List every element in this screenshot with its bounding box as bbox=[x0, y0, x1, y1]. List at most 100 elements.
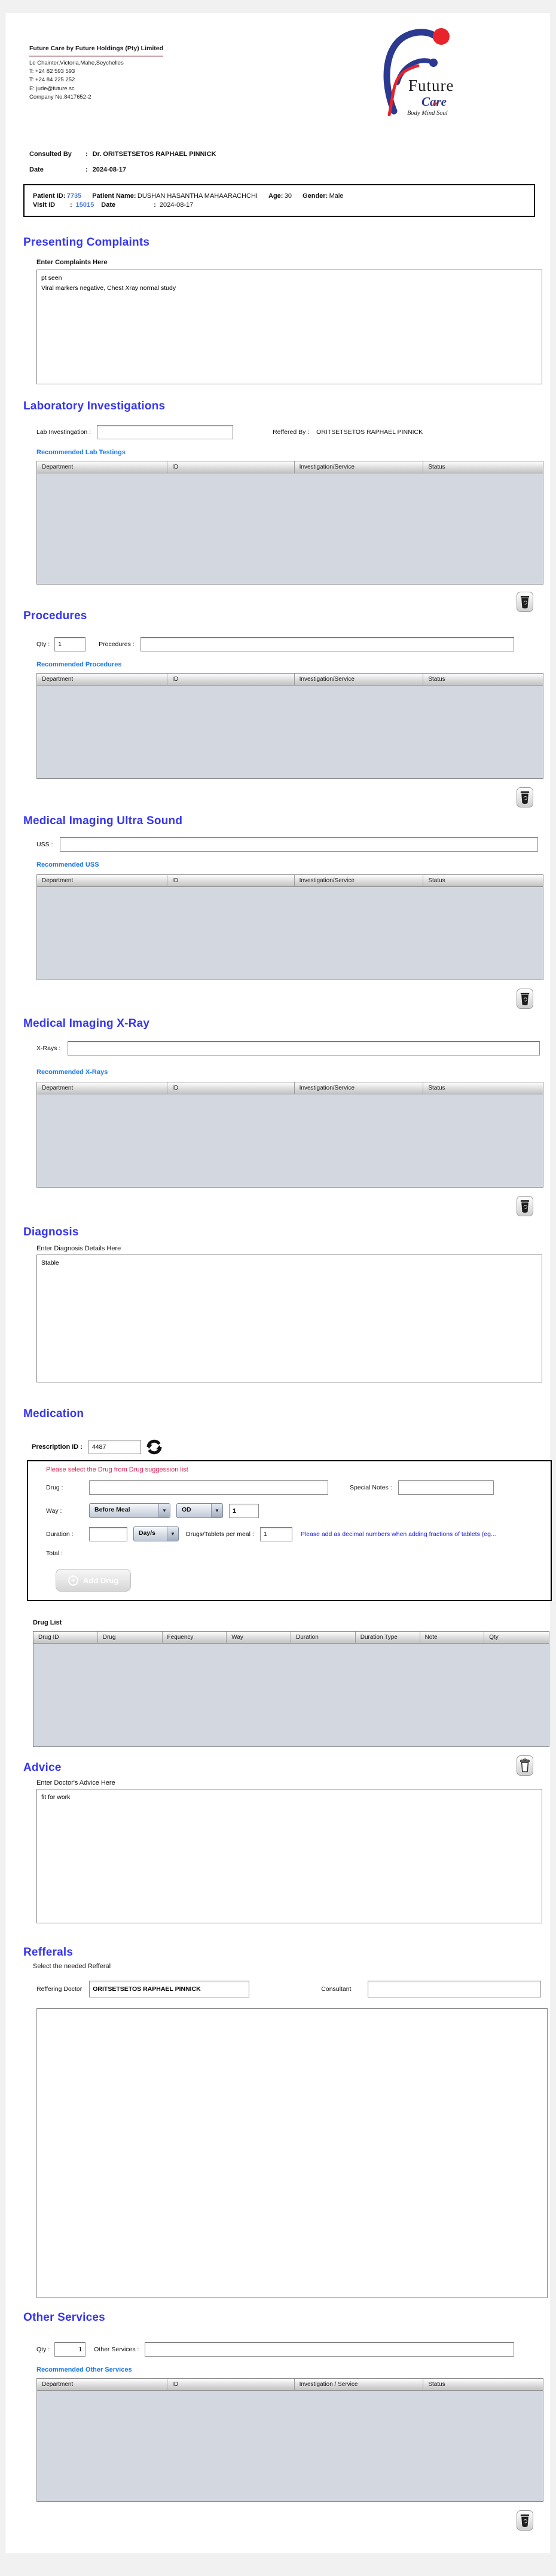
document-sheet: Future Care by Future Holdings (Pty) Lim… bbox=[5, 13, 550, 2553]
col-qty: Qty bbox=[484, 1632, 549, 1644]
col-department: Department bbox=[37, 674, 167, 686]
consulted-by-value: Dr. ORITSETSETOS RAPHAEL PINNICK bbox=[93, 151, 216, 158]
drug-list-body[interactable] bbox=[33, 1644, 549, 1746]
drug-label: Drug : bbox=[46, 1484, 89, 1491]
other-services-qty-input[interactable] bbox=[54, 2342, 85, 2357]
lab-investigation-label: Lab Investingation : bbox=[36, 429, 91, 436]
trash-icon bbox=[520, 992, 530, 1006]
procedures-qty-input[interactable] bbox=[54, 637, 85, 651]
colon: : bbox=[70, 201, 72, 209]
referral-list-box[interactable] bbox=[36, 2008, 548, 2298]
logo-heart-icon: ❤ bbox=[433, 101, 438, 106]
recommended-other-services-link[interactable]: Recommended Other Services bbox=[36, 2366, 550, 2373]
other-services-table-header: Department ID Investigation / Service St… bbox=[37, 2379, 543, 2391]
col-investigation-service: Investigation / Service bbox=[295, 2379, 424, 2391]
add-drug-button[interactable]: + Add Drug bbox=[56, 1569, 131, 1592]
recommended-uss-link[interactable]: Recommended USS bbox=[36, 861, 550, 868]
col-department: Department bbox=[37, 461, 167, 473]
referred-by-value: ORITSETSETOS RAPHAEL PINNICK bbox=[316, 429, 423, 436]
advice-label: Enter Doctor's Advice Here bbox=[36, 1779, 550, 1786]
duration-unit-select[interactable]: Day/s ▼ bbox=[133, 1526, 179, 1541]
xray-table-body[interactable] bbox=[37, 1094, 543, 1187]
lab-testings-table: Department ID Investigation/Service Stat… bbox=[36, 461, 543, 585]
col-status: Status bbox=[423, 1082, 543, 1094]
uss-table-body[interactable] bbox=[37, 887, 543, 980]
section-title-diagnosis: Diagnosis bbox=[23, 1226, 550, 1239]
plus-circle-icon: + bbox=[68, 1575, 78, 1586]
duration-row: Duration : Day/s ▼ Drugs/Tablets per mea… bbox=[46, 1526, 551, 1541]
refresh-prescription-button[interactable] bbox=[146, 1439, 163, 1455]
col-investigation-service: Investigation/Service bbox=[295, 461, 424, 473]
col-id: ID bbox=[167, 875, 294, 887]
drug-suggestion-warning: Please select the Drug from Drug suggess… bbox=[46, 1466, 551, 1473]
other-services-qty-label: Qty : bbox=[36, 2346, 50, 2353]
frequency-select[interactable]: OD ▼ bbox=[176, 1503, 223, 1518]
xray-input[interactable] bbox=[68, 1041, 540, 1056]
col-drug-id: Drug ID bbox=[33, 1632, 98, 1644]
other-services-delete-button[interactable] bbox=[517, 2510, 533, 2531]
xray-delete-button[interactable] bbox=[517, 1196, 533, 1216]
prescription-id-input[interactable] bbox=[88, 1440, 141, 1454]
drug-input[interactable] bbox=[89, 1480, 328, 1495]
age-value: 30 bbox=[285, 192, 292, 200]
col-status: Status bbox=[423, 875, 543, 887]
other-services-table-body[interactable] bbox=[37, 2391, 543, 2501]
section-title-referrals: Refferals bbox=[23, 1946, 550, 1959]
procedures-delete-button[interactable] bbox=[517, 787, 533, 807]
meal-timing-select[interactable]: Before Meal ▼ bbox=[89, 1503, 170, 1518]
advice-delete-button[interactable] bbox=[517, 1755, 533, 1776]
patient-id-label: Patient ID bbox=[33, 192, 63, 200]
lab-table-body[interactable] bbox=[37, 473, 543, 584]
fraction-note: Please add as decimal numbers when addin… bbox=[301, 1531, 496, 1538]
uss-label: USS : bbox=[36, 841, 53, 848]
col-department: Department bbox=[37, 2379, 167, 2391]
procedures-table-body[interactable] bbox=[37, 686, 543, 778]
procedures-qty-label: Qty : bbox=[36, 641, 50, 648]
lab-delete-button[interactable] bbox=[517, 592, 533, 612]
patient-id-value: 7735 bbox=[67, 192, 81, 200]
section-title-ultrasound: Medical Imaging Ultra Sound bbox=[23, 815, 550, 828]
lab-investigation-input[interactable] bbox=[97, 425, 233, 439]
special-notes-input[interactable] bbox=[398, 1480, 494, 1495]
advice-textarea[interactable]: fit for work bbox=[36, 1789, 542, 1923]
procedures-input[interactable] bbox=[140, 637, 514, 651]
referring-doctor-row: Reffering Doctor Consultant bbox=[36, 1981, 550, 1997]
complaints-textarea[interactable]: pt seen Viral markers negative, Chest Xr… bbox=[36, 270, 542, 384]
col-department: Department bbox=[37, 875, 167, 887]
uss-delete-button[interactable] bbox=[517, 989, 533, 1009]
duration-input[interactable] bbox=[89, 1527, 127, 1541]
recommended-procedures-link[interactable]: Recommended Procedures bbox=[36, 661, 550, 668]
gender-value: Male bbox=[329, 192, 344, 200]
uss-input[interactable] bbox=[60, 837, 538, 852]
medication-entry-box: Please select the Drug from Drug suggess… bbox=[27, 1460, 552, 1601]
per-meal-input[interactable] bbox=[260, 1527, 292, 1541]
visit-date-value: 2024-08-17 bbox=[160, 201, 193, 209]
other-services-row: Qty : Other Services : bbox=[36, 2342, 550, 2357]
diagnosis-textarea[interactable]: Stable bbox=[36, 1255, 542, 1382]
duration-label: Duration : bbox=[46, 1531, 89, 1538]
visit-id-value: 15015 bbox=[76, 201, 94, 209]
col-id: ID bbox=[167, 1082, 294, 1094]
prescription-row: Prescription ID : bbox=[32, 1439, 550, 1455]
way-row: Way : Before Meal ▼ OD ▼ bbox=[46, 1503, 551, 1518]
way-label: Way : bbox=[46, 1507, 89, 1515]
col-frequency: Fequency bbox=[163, 1632, 227, 1644]
referrals-subtitle: Select the needed Refferal bbox=[33, 1963, 550, 1970]
col-status: Status bbox=[423, 461, 543, 473]
trash-icon bbox=[520, 595, 530, 609]
patient-info-row1: Patient ID : 7735 Patient Name : DUSHAN … bbox=[33, 192, 526, 200]
trash-icon bbox=[520, 1199, 530, 1213]
referring-doctor-input[interactable] bbox=[89, 1981, 249, 1997]
procedures-table-header: Department ID Investigation/Service Stat… bbox=[37, 674, 543, 686]
procedures-table: Department ID Investigation/Service Stat… bbox=[36, 673, 543, 779]
other-services-input[interactable] bbox=[145, 2342, 514, 2357]
recommended-lab-testings-link[interactable]: Recommended Lab Testings bbox=[36, 449, 550, 456]
consultant-label: Consultant bbox=[321, 1985, 351, 1993]
uss-trash-row bbox=[5, 989, 533, 1010]
consultant-input[interactable] bbox=[368, 1981, 541, 1997]
recommended-xrays-link[interactable]: Recommended X-Rays bbox=[36, 1069, 550, 1076]
xray-table: Department ID Investigation/Service Stat… bbox=[36, 1082, 543, 1188]
chevron-down-icon: ▼ bbox=[211, 1504, 222, 1518]
col-way: Way bbox=[227, 1632, 291, 1644]
way-qty-input[interactable] bbox=[229, 1504, 259, 1518]
